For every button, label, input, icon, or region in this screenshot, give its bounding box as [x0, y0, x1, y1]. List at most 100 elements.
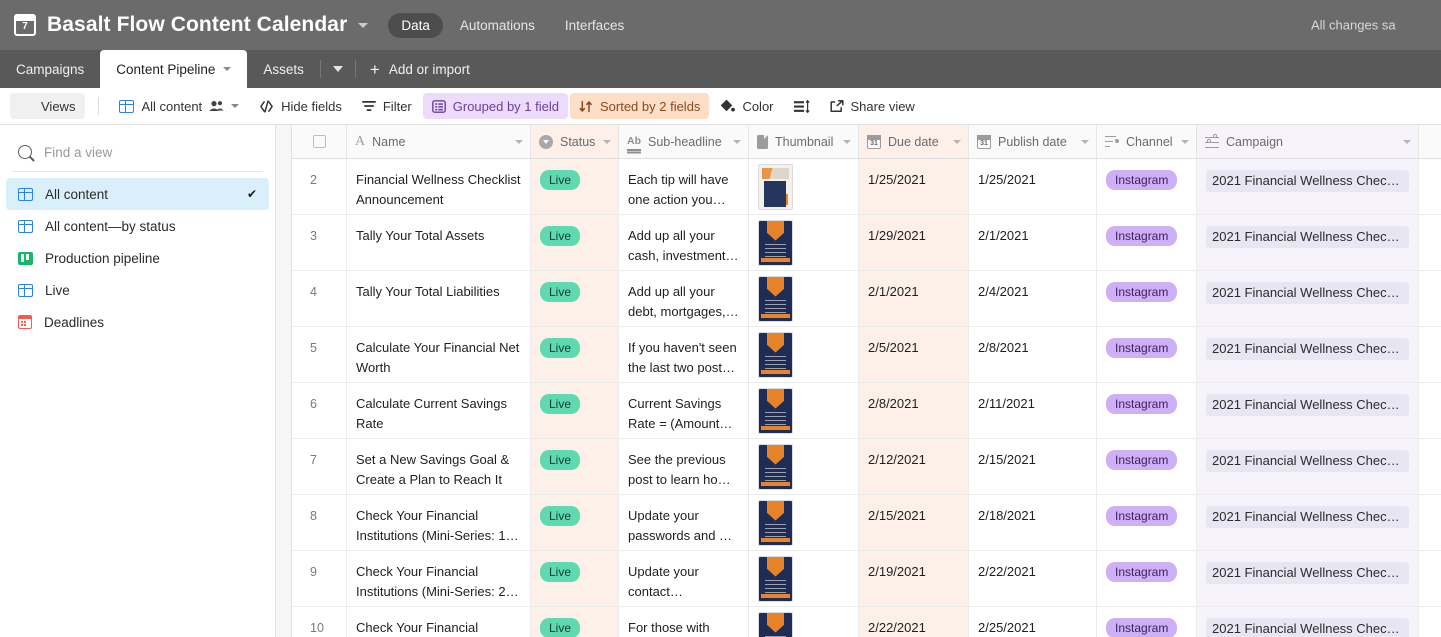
- cell-thumbnail[interactable]: [749, 327, 859, 382]
- sort-button[interactable]: Sorted by 2 fields: [569, 93, 710, 119]
- cell-publish-date[interactable]: 2/1/2021: [969, 215, 1097, 270]
- cell-channel[interactable]: Instagram: [1097, 607, 1197, 637]
- table-row[interactable]: 4 Tally Your Total Liabilities Live Add up …: [292, 271, 1441, 327]
- cell-publish-date[interactable]: 1/25/2021: [969, 159, 1097, 214]
- table-overflow-button[interactable]: [321, 50, 355, 88]
- cell-publish-date[interactable]: 2/11/2021: [969, 383, 1097, 438]
- chevron-down-icon[interactable]: [843, 139, 851, 144]
- tab-automations[interactable]: Automations: [447, 13, 548, 38]
- column-header-campaign[interactable]: Campaign: [1197, 125, 1419, 158]
- cell-name[interactable]: Calculate Current Savings Rate: [347, 383, 531, 438]
- cell-status[interactable]: Live: [531, 159, 619, 214]
- views-button[interactable]: Views: [10, 93, 86, 119]
- cell-name[interactable]: Check Your Financial: [347, 607, 531, 637]
- table-row[interactable]: 2 Financial Wellness Checklist Announceme…: [292, 159, 1441, 215]
- cell-sub-headline[interactable]: If you haven't seen the last two posts, …: [619, 327, 749, 382]
- cell-status[interactable]: Live: [531, 439, 619, 494]
- cell-channel[interactable]: Instagram: [1097, 159, 1197, 214]
- sidebar-item-all-content-by-status[interactable]: All content—by status: [6, 210, 269, 242]
- table-row[interactable]: 8 Check Your Financial Institutions (Mini…: [292, 495, 1441, 551]
- share-view-button[interactable]: Share view: [821, 93, 924, 119]
- cell-thumbnail[interactable]: [749, 271, 859, 326]
- cell-sub-headline[interactable]: Add up all your debt, mortgages, …: [619, 271, 749, 326]
- sidebar-item-live[interactable]: Live: [6, 274, 269, 306]
- base-menu-chevron-icon[interactable]: [358, 22, 369, 28]
- cell-due-date[interactable]: 2/5/2021: [859, 327, 969, 382]
- cell-campaign[interactable]: 2021 Financial Wellness Checklist: [1197, 215, 1419, 270]
- cell-campaign[interactable]: 2021 Financial Wellness Checklist: [1197, 551, 1419, 606]
- view-search-input[interactable]: [44, 144, 257, 160]
- cell-name[interactable]: Set a New Savings Goal & Create a Plan t…: [347, 439, 531, 494]
- column-header-channel[interactable]: Channel: [1097, 125, 1197, 158]
- chevron-down-icon[interactable]: [953, 139, 961, 144]
- color-button[interactable]: Color: [711, 93, 782, 119]
- cell-due-date[interactable]: 2/8/2021: [859, 383, 969, 438]
- table-tab-content-pipeline[interactable]: Content Pipeline: [100, 50, 248, 88]
- cell-channel[interactable]: Instagram: [1097, 383, 1197, 438]
- cell-name[interactable]: Tally Your Total Liabilities: [347, 271, 531, 326]
- chevron-down-icon[interactable]: [733, 139, 741, 144]
- table-tab-assets[interactable]: Assets: [247, 50, 320, 88]
- current-view-button[interactable]: All content: [110, 93, 248, 119]
- cell-status[interactable]: Live: [531, 215, 619, 270]
- sidebar-item-production-pipeline[interactable]: Production pipeline: [6, 242, 269, 274]
- cell-campaign[interactable]: 2021 Financial Wellness Checklist: [1197, 495, 1419, 550]
- tab-interfaces[interactable]: Interfaces: [552, 13, 637, 38]
- cell-channel[interactable]: Instagram: [1097, 327, 1197, 382]
- cell-due-date[interactable]: 1/25/2021: [859, 159, 969, 214]
- column-header-name[interactable]: A Name: [347, 125, 531, 158]
- cell-sub-headline[interactable]: For those with: [619, 607, 749, 637]
- cell-sub-headline[interactable]: See the previous post to learn how …: [619, 439, 749, 494]
- cell-campaign[interactable]: 2021 Financial Wellness Checklist: [1197, 383, 1419, 438]
- row-height-button[interactable]: [785, 93, 819, 119]
- cell-thumbnail[interactable]: [749, 551, 859, 606]
- cell-channel[interactable]: Instagram: [1097, 271, 1197, 326]
- cell-sub-headline[interactable]: Update your contact informatio…: [619, 551, 749, 606]
- cell-publish-date[interactable]: 2/4/2021: [969, 271, 1097, 326]
- cell-campaign[interactable]: 2021 Financial Wellness Checklist: [1197, 327, 1419, 382]
- cell-status[interactable]: Live: [531, 327, 619, 382]
- group-button[interactable]: Grouped by 1 field: [422, 93, 568, 119]
- cell-name[interactable]: Financial Wellness Checklist Announcemen…: [347, 159, 531, 214]
- add-or-import-button[interactable]: + Add or import: [356, 50, 484, 88]
- chevron-down-icon[interactable]: [515, 139, 523, 144]
- cell-channel[interactable]: Instagram: [1097, 495, 1197, 550]
- cell-status[interactable]: Live: [531, 551, 619, 606]
- cell-status[interactable]: Live: [531, 607, 619, 637]
- cell-due-date[interactable]: 2/22/2021: [859, 607, 969, 637]
- chevron-down-icon[interactable]: [1181, 139, 1189, 144]
- column-header-thumbnail[interactable]: Thumbnail: [749, 125, 859, 158]
- cell-thumbnail[interactable]: [749, 215, 859, 270]
- hide-fields-button[interactable]: Hide fields: [250, 93, 351, 119]
- chevron-down-icon[interactable]: [1403, 139, 1411, 144]
- chevron-down-icon[interactable]: [223, 67, 232, 71]
- checkbox-icon[interactable]: [312, 135, 326, 148]
- table-row[interactable]: 6 Calculate Current Savings Rate Live Curre…: [292, 383, 1441, 439]
- cell-due-date[interactable]: 1/29/2021: [859, 215, 969, 270]
- chevron-down-icon[interactable]: [603, 139, 611, 144]
- cell-thumbnail[interactable]: [749, 159, 859, 214]
- cell-publish-date[interactable]: 2/8/2021: [969, 327, 1097, 382]
- column-header-publish-date[interactable]: 31 Publish date: [969, 125, 1097, 158]
- cell-campaign[interactable]: 2021 Financial Wellness Checklist: [1197, 607, 1419, 637]
- table-row[interactable]: 5 Calculate Your Financial Net Worth Live I…: [292, 327, 1441, 383]
- record-grid[interactable]: A Name Status Ab Sub-headline Thumbnail: [292, 125, 1441, 637]
- cell-due-date[interactable]: 2/19/2021: [859, 551, 969, 606]
- cell-status[interactable]: Live: [531, 383, 619, 438]
- cell-name[interactable]: Check Your Financial Institutions (Mini-…: [347, 495, 531, 550]
- table-row[interactable]: 10 Check Your Financial Live For those with…: [292, 607, 1441, 637]
- cell-sub-headline[interactable]: Current Savings Rate = (Amount Y…: [619, 383, 749, 438]
- cell-thumbnail[interactable]: [749, 439, 859, 494]
- view-search[interactable]: [12, 135, 263, 169]
- cell-campaign[interactable]: 2021 Financial Wellness Checklist: [1197, 159, 1419, 214]
- cell-sub-headline[interactable]: Update your passwords and …: [619, 495, 749, 550]
- cell-due-date[interactable]: 2/1/2021: [859, 271, 969, 326]
- cell-channel[interactable]: Instagram: [1097, 439, 1197, 494]
- table-tab-campaigns[interactable]: Campaigns: [0, 50, 100, 88]
- table-row[interactable]: 9 Check Your Financial Institutions (Mini…: [292, 551, 1441, 607]
- cell-due-date[interactable]: 2/15/2021: [859, 495, 969, 550]
- cell-channel[interactable]: Instagram: [1097, 551, 1197, 606]
- table-row[interactable]: 7 Set a New Savings Goal & Create a Plan …: [292, 439, 1441, 495]
- cell-name[interactable]: Check Your Financial Institutions (Mini-…: [347, 551, 531, 606]
- cell-name[interactable]: Calculate Your Financial Net Worth: [347, 327, 531, 382]
